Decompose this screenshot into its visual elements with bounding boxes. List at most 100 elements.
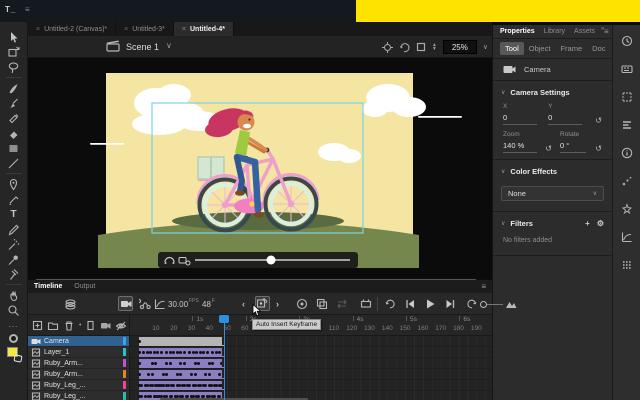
playhead-line[interactable] bbox=[224, 315, 226, 400]
zoom-dropdown-icon[interactable]: ∨ bbox=[483, 43, 488, 51]
previous-keyframe-button[interactable]: ‹ bbox=[242, 293, 245, 315]
keyframe-dot[interactable] bbox=[204, 373, 207, 376]
center-stage-icon[interactable] bbox=[382, 42, 393, 53]
keyframe-dot[interactable] bbox=[142, 351, 145, 354]
keyframe-dot[interactable] bbox=[162, 373, 165, 376]
keyframe-dot[interactable] bbox=[183, 362, 186, 365]
lasso-tool[interactable] bbox=[5, 60, 23, 75]
camera-zoom-knob[interactable] bbox=[267, 256, 276, 265]
swatch-grid-panel-icon[interactable] bbox=[621, 259, 633, 271]
keyframe-dot[interactable] bbox=[179, 351, 182, 354]
collapse-panel-icon[interactable]: » bbox=[601, 26, 604, 32]
camera-settings-header[interactable]: ∨ Camera Settings bbox=[493, 81, 612, 101]
adjust-panel-icon[interactable] bbox=[621, 203, 633, 215]
fill-color-swatch[interactable] bbox=[7, 347, 20, 359]
frame-span-icon[interactable] bbox=[360, 293, 372, 315]
fluid-brush-tool[interactable] bbox=[5, 81, 23, 96]
timeline-menu-icon[interactable]: ≡ bbox=[481, 282, 486, 291]
playhead-handle[interactable] bbox=[219, 315, 229, 323]
particles-panel-icon[interactable] bbox=[621, 175, 633, 187]
keyframe-dot[interactable] bbox=[151, 373, 154, 376]
keyframe-dot[interactable] bbox=[146, 384, 149, 387]
close-tab-icon[interactable]: × bbox=[124, 26, 128, 33]
keyframe-dot[interactable] bbox=[160, 351, 163, 354]
keyframe-dot[interactable] bbox=[208, 373, 211, 376]
eyedropper-tool[interactable] bbox=[5, 252, 23, 267]
loop-playback-button[interactable] bbox=[384, 293, 396, 315]
zoom-stepper[interactable]: ▲▼ bbox=[432, 43, 437, 51]
color-effect-dropdown[interactable]: None ∨ bbox=[501, 186, 604, 201]
keyframe-dot[interactable] bbox=[192, 351, 195, 354]
eraser-tool[interactable] bbox=[5, 126, 23, 141]
onstage-camera-controls[interactable] bbox=[158, 252, 358, 268]
keyframe-dot[interactable] bbox=[172, 384, 175, 387]
reset-timeline-zoom-button[interactable] bbox=[466, 293, 478, 315]
next-keyframe-button[interactable]: › bbox=[276, 293, 279, 315]
keyframe-dot[interactable] bbox=[165, 351, 168, 354]
keyframe-dot[interactable] bbox=[153, 351, 156, 354]
keyframe-dot[interactable] bbox=[190, 373, 193, 376]
selection-tool[interactable] bbox=[5, 30, 23, 45]
keyframe-dot[interactable] bbox=[210, 384, 213, 387]
rotate-view-icon[interactable] bbox=[399, 42, 410, 53]
keyframe-dot[interactable] bbox=[165, 362, 168, 365]
layer-row-ruby-arm-[interactable]: Ruby_Arm... bbox=[28, 358, 129, 369]
keyframe-dot[interactable] bbox=[169, 351, 172, 354]
step-back-button[interactable] bbox=[404, 293, 416, 315]
timeline-zoom-slider[interactable] bbox=[480, 293, 503, 315]
layer-row-layer-1[interactable]: Layer_1 bbox=[28, 347, 129, 358]
keyframe-dot[interactable] bbox=[183, 351, 186, 354]
tab-timeline[interactable]: Timeline bbox=[34, 283, 62, 290]
menu-icon[interactable]: ≡ bbox=[25, 5, 30, 14]
keyframe-dot[interactable] bbox=[208, 362, 211, 365]
keyframe-dot[interactable] bbox=[179, 362, 182, 365]
keyframe-dot[interactable] bbox=[151, 362, 154, 365]
keyframe-dot[interactable] bbox=[162, 384, 165, 387]
paint-brush-tool[interactable] bbox=[5, 111, 23, 126]
frame-picker-panel-icon[interactable] bbox=[621, 63, 633, 75]
scene-breadcrumb[interactable]: Scene 1 bbox=[126, 42, 159, 52]
scene-chevron-icon[interactable]: ∨ bbox=[166, 41, 172, 50]
tab-assets[interactable]: Assets bbox=[574, 28, 595, 35]
scene-clapper-icon[interactable] bbox=[106, 40, 120, 52]
subtab-tool[interactable]: Tool bbox=[500, 42, 524, 55]
keyframe-dot[interactable] bbox=[194, 362, 197, 365]
layer-track[interactable] bbox=[130, 369, 492, 380]
stroke-color-swatch[interactable] bbox=[9, 334, 18, 343]
add-camera-icon[interactable] bbox=[100, 320, 111, 331]
timeline-zoom-fit-icon[interactable] bbox=[505, 293, 517, 315]
edit-multiple-frames-icon[interactable] bbox=[336, 293, 348, 315]
panel-resize-grip[interactable] bbox=[36, 279, 476, 280]
layer-track[interactable] bbox=[130, 347, 492, 358]
document-tab-2[interactable]: ×Untitled-4* bbox=[174, 22, 234, 36]
parenting-view-icon[interactable] bbox=[139, 293, 151, 315]
fps-indicator[interactable]: 30.00FPS bbox=[168, 293, 199, 315]
pencil-tool[interactable] bbox=[5, 222, 23, 237]
y-field[interactable]: Y 0 bbox=[548, 103, 593, 125]
keyframe-dot[interactable] bbox=[172, 351, 175, 354]
keyframe-dot[interactable] bbox=[156, 351, 159, 354]
keyframe-dot[interactable] bbox=[176, 373, 179, 376]
keyframe-dot[interactable] bbox=[215, 351, 218, 354]
layer-track[interactable] bbox=[130, 358, 492, 369]
marker-range-icon[interactable] bbox=[85, 320, 96, 331]
keyframe-dot[interactable] bbox=[194, 373, 197, 376]
magic-wand-tool[interactable] bbox=[5, 237, 23, 252]
more-tools-button[interactable]: ... bbox=[9, 320, 19, 329]
hand-tool[interactable] bbox=[5, 288, 23, 303]
filter-options-icon[interactable]: ⚙ bbox=[597, 219, 604, 228]
layer-track[interactable] bbox=[130, 336, 492, 347]
keyframe-dot[interactable] bbox=[149, 395, 152, 398]
line-tool[interactable] bbox=[5, 156, 23, 171]
layer-track-area[interactable] bbox=[130, 336, 492, 400]
keyframe-dot[interactable] bbox=[178, 384, 181, 387]
close-tab-icon[interactable]: × bbox=[36, 26, 40, 33]
info-panel-icon[interactable] bbox=[621, 147, 633, 159]
reset-zoom-icon[interactable]: ↺ bbox=[545, 144, 552, 153]
keyframe-dot[interactable] bbox=[194, 384, 197, 387]
subtab-doc[interactable]: Doc bbox=[587, 42, 610, 55]
onion-stack-icon[interactable] bbox=[64, 293, 77, 315]
keyframe-dot[interactable] bbox=[215, 384, 218, 387]
add-layer-icon[interactable] bbox=[32, 320, 43, 331]
tab-output[interactable]: Output bbox=[74, 283, 95, 290]
